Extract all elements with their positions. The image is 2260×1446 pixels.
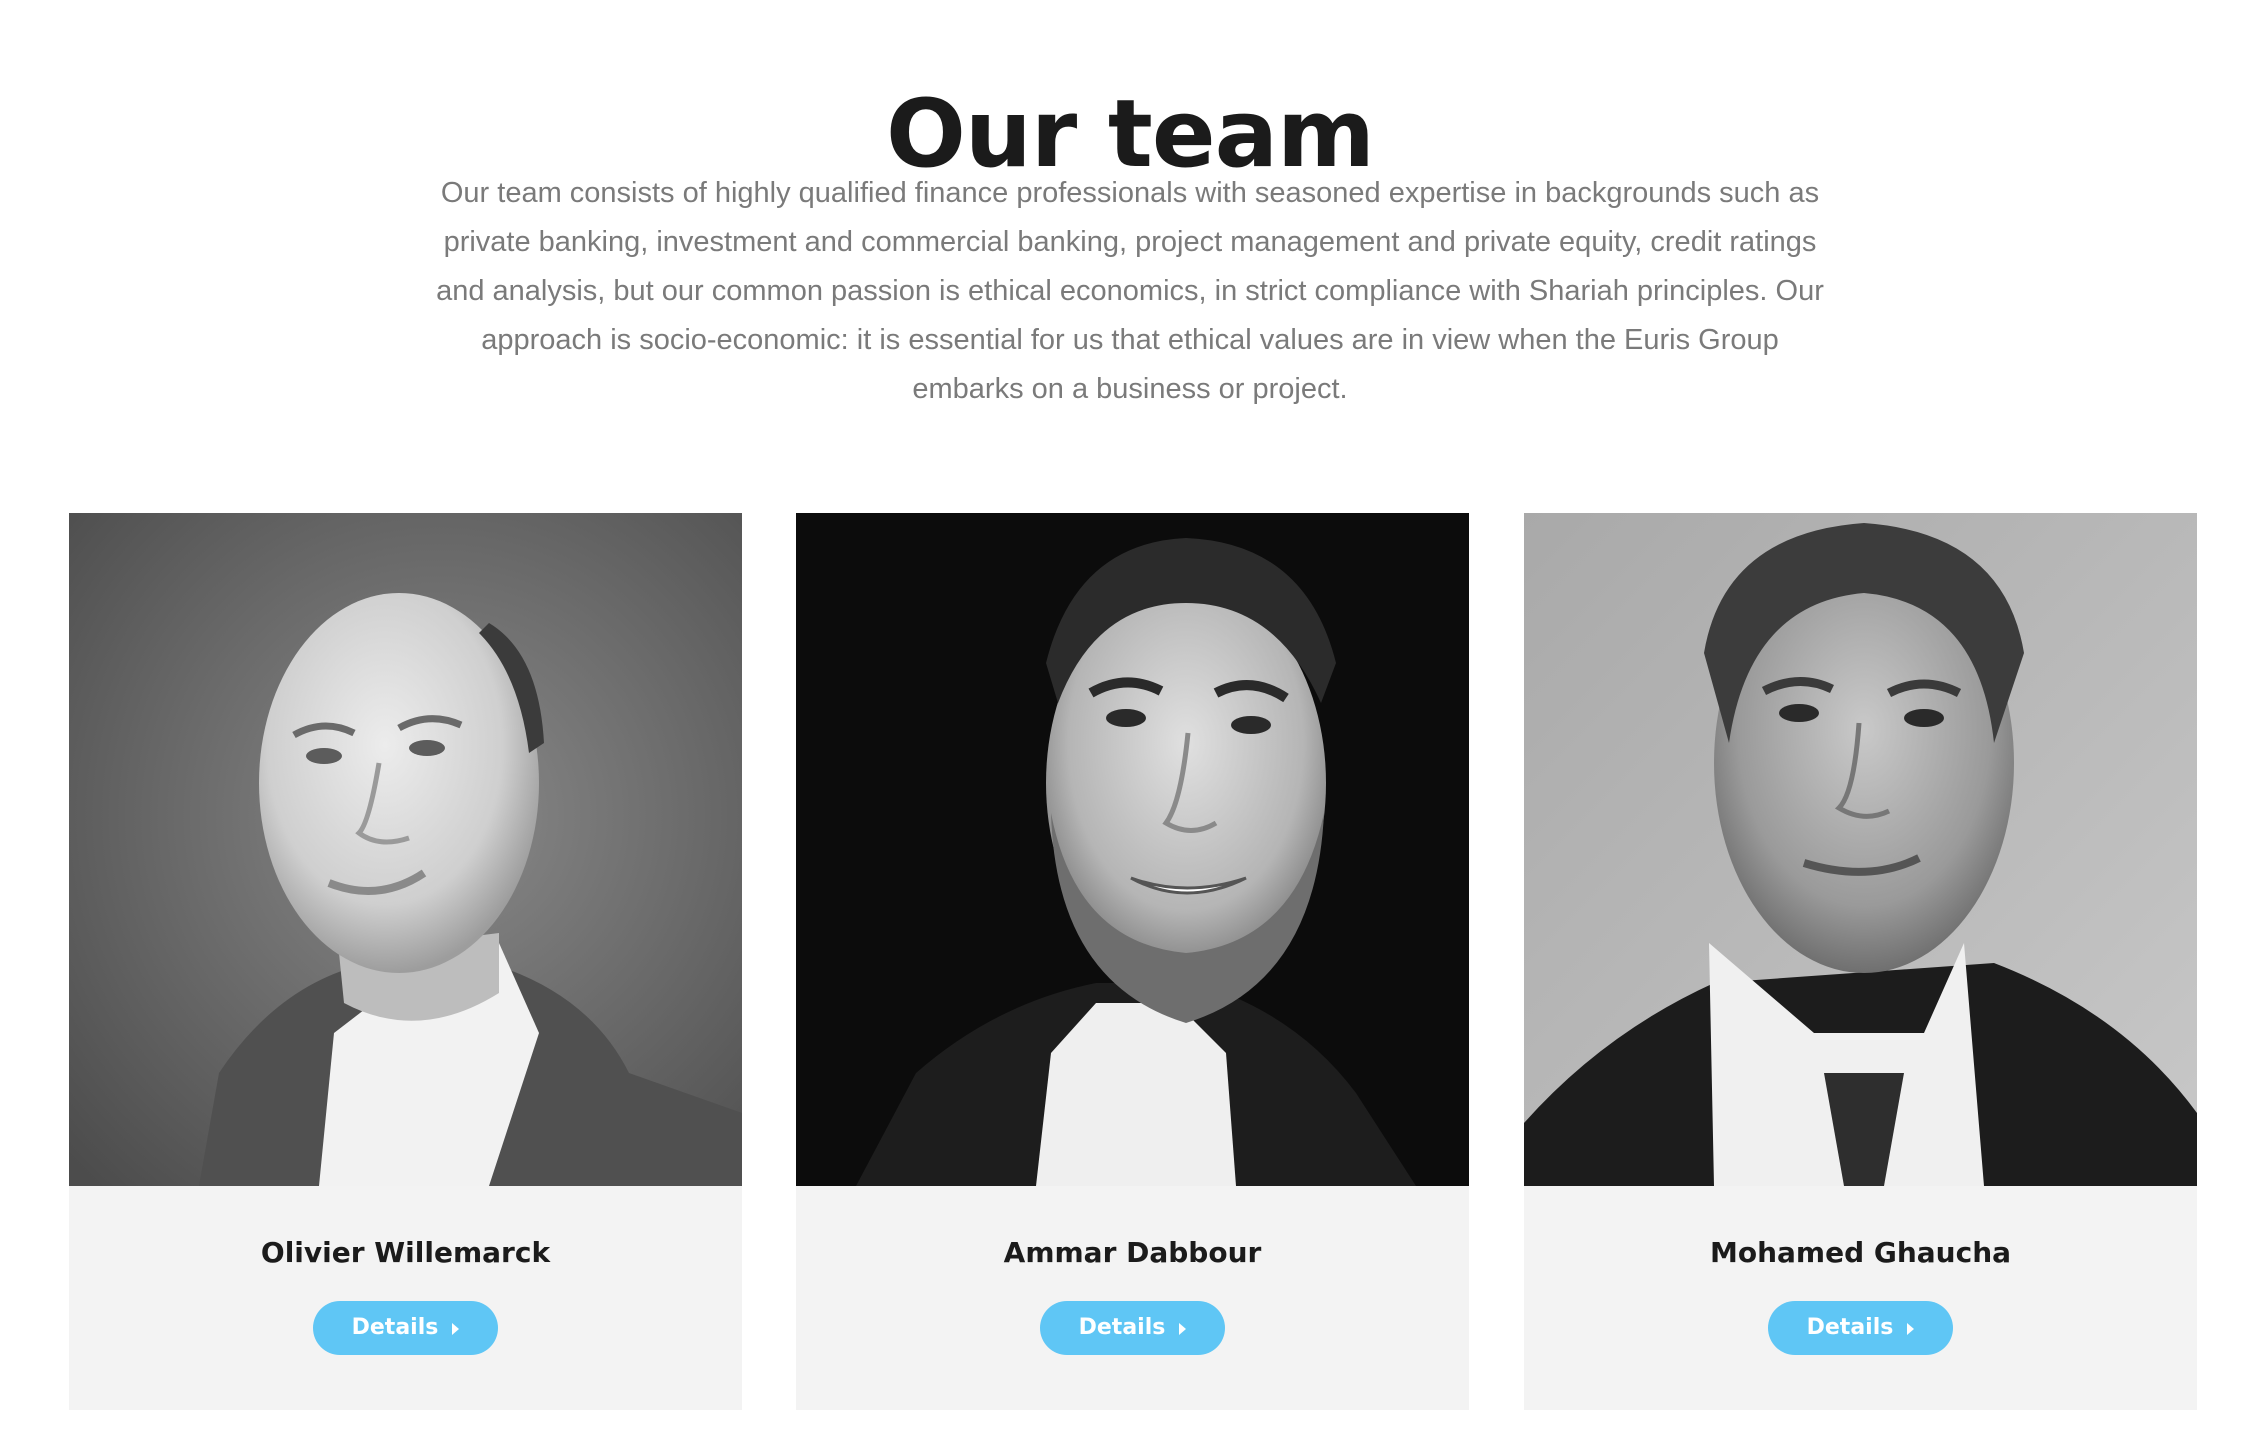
details-button[interactable]: Details: [1040, 1301, 1225, 1355]
details-button[interactable]: Details: [313, 1301, 498, 1355]
team-member-name: Olivier Willemarck: [260, 1236, 551, 1269]
team-member-photo: [796, 513, 1469, 1186]
details-button-label: Details: [1806, 1315, 1894, 1340]
team-member-photo: [1524, 513, 2197, 1186]
team-member-photo: [69, 513, 742, 1186]
team-member-card: Olivier Willemarck Details: [69, 513, 742, 1410]
team-member-name: Ammar Dabbour: [1003, 1236, 1262, 1269]
details-button-label: Details: [351, 1315, 439, 1340]
caret-right-icon: [1907, 1323, 1915, 1335]
caret-right-icon: [1179, 1323, 1187, 1335]
team-member-card: Ammar Dabbour Details: [796, 513, 1469, 1410]
caret-right-icon: [452, 1323, 460, 1335]
details-button[interactable]: Details: [1768, 1301, 1953, 1355]
team-member-card: Mohamed Ghaucha Details: [1524, 513, 2197, 1410]
details-button-label: Details: [1078, 1315, 1166, 1340]
section-intro: Our team consists of highly qualified fi…: [436, 177, 1824, 405]
team-member-name: Mohamed Ghaucha: [1709, 1236, 2012, 1269]
